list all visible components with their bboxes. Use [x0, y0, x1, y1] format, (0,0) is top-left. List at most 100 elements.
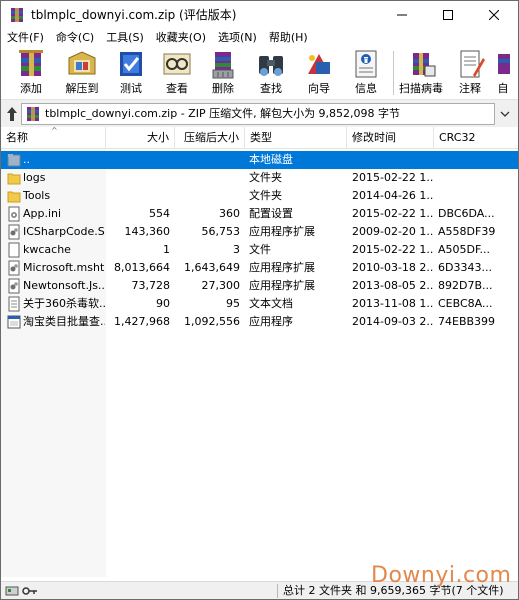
title-bar[interactable]: tblmplc_downyi.com.zip (评估版本) [1, 1, 518, 29]
maximize-icon [443, 10, 453, 20]
file-modified: 2014-04-26 1... [352, 189, 434, 202]
column-header-name-label: 名称 [6, 131, 28, 144]
file-modified: 2014-09-03 2... [352, 315, 434, 328]
file-packed: 1,643,649 [184, 261, 240, 274]
file-size: 90 [156, 297, 170, 310]
virus-scan-icon [413, 53, 436, 77]
file-row[interactable]: logs 文件夹 2015-02-22 1... [1, 169, 518, 187]
virus-scan-label: 扫描病毒 [399, 82, 443, 95]
window-title: tblmplc_downyi.com.zip (评估版本) [31, 8, 237, 22]
zip-archive-icon [27, 107, 39, 121]
exe-file-icon [7, 315, 21, 329]
info-icon [355, 50, 377, 78]
file-row[interactable]: App.ini 554 360 配置设置 2015-02-22 1... DBC6DA..… [1, 205, 518, 223]
up-folder-icon[interactable] [5, 105, 19, 123]
file-type: 应用程序扩展 [249, 225, 315, 238]
file-modified: 2010-03-18 2... [352, 261, 434, 274]
file-name: logs [23, 171, 46, 184]
file-row[interactable]: kwcache 1 3 文件 2015-02-22 1... A505DF... [1, 241, 518, 259]
file-size: 1,427,968 [114, 315, 170, 328]
toolbar-separator [393, 51, 394, 95]
file-row[interactable]: 关于360杀毒软... 90 95 文本文档 2013-11-08 1... CEBC8A… [1, 295, 518, 313]
sfx-button[interactable]: 自 [495, 47, 511, 99]
file-modified: 2013-11-08 1... [352, 297, 434, 310]
comment-label: 注释 [459, 82, 481, 95]
menu-file[interactable]: 文件(F) [1, 29, 50, 47]
winrar-window: tblmplc_downyi.com.zip (评估版本) 文件(F) 命令(C… [0, 0, 519, 600]
file-size: 554 [149, 207, 170, 220]
column-header-crc32[interactable]: CRC32 [434, 127, 518, 149]
comment-button[interactable]: 注释 [451, 47, 489, 99]
file-row[interactable]: 淘宝类目批量查... 1,427,968 1,092,556 应用程序 2014-09-… [1, 313, 518, 331]
find-icon [259, 56, 283, 76]
archive-path-field[interactable]: tblmplc_downyi.com.zip - ZIP 压缩文件, 解包大小为… [21, 103, 495, 125]
dll-file-icon [8, 278, 20, 294]
file-row[interactable]: ICSharpCode.S... 143,360 56,753 应用程序扩展 2009-… [1, 223, 518, 241]
test-button[interactable]: 测试 [111, 47, 151, 99]
file-packed [175, 151, 240, 169]
file-modified: 2015-02-22 1... [352, 171, 434, 184]
winrar-archive-icon [11, 8, 23, 22]
view-label: 查看 [166, 82, 188, 95]
column-header-row: ^ 名称 大小 压缩后大小 类型 修改时间 CRC32 [1, 127, 518, 149]
minimize-button[interactable] [379, 1, 425, 29]
test-icon [120, 52, 142, 76]
sfx-label: 自 [497, 82, 509, 95]
column-header-type[interactable]: 类型 [245, 127, 347, 149]
add-button[interactable]: 添加 [11, 47, 51, 99]
address-bar: tblmplc_downyi.com.zip - ZIP 压缩文件, 解包大小为… [1, 99, 518, 127]
file-packed: 95 [226, 297, 240, 310]
virus-scan-button[interactable]: 扫描病毒 [398, 47, 444, 99]
file-name: App.ini [23, 207, 62, 220]
view-icon [163, 53, 191, 75]
info-button[interactable]: 信息 [346, 47, 386, 99]
file-row[interactable]: Tools 文件夹 2014-04-26 1... [1, 187, 518, 205]
chevron-down-icon[interactable] [498, 108, 512, 120]
maximize-button[interactable] [425, 1, 471, 29]
text-file-icon [8, 296, 20, 312]
menu-tools[interactable]: 工具(S) [100, 29, 150, 47]
menu-bar: 文件(F) 命令(C) 工具(S) 收藏夹(O) 选项(N) 帮助(H) [1, 29, 518, 47]
menu-options[interactable]: 选项(N) [212, 29, 263, 47]
column-header-packed[interactable]: 压缩后大小 [175, 127, 245, 149]
file-packed: 360 [219, 207, 240, 220]
file-crc: CEBC8A... [438, 297, 493, 310]
file-crc: 6D3343... [438, 261, 492, 274]
file-crc: 74EBB399 [438, 315, 496, 328]
file-size: 1 [163, 243, 170, 256]
file-size: 143,360 [124, 225, 171, 238]
info-label: 信息 [355, 82, 377, 95]
column-header-name[interactable]: ^ 名称 [1, 127, 106, 149]
watermark-logo: Downyi.com [371, 563, 512, 588]
extract-to-button[interactable]: 解压到 [59, 47, 105, 99]
file-name: 关于360杀毒软... [23, 297, 105, 310]
column-header-size[interactable]: 大小 [106, 127, 175, 149]
extract-to-icon [68, 51, 96, 75]
file-size [106, 187, 170, 205]
file-crc [438, 151, 516, 169]
folder-icon [7, 173, 21, 185]
menu-favorites[interactable]: 收藏夹(O) [150, 29, 212, 47]
drive-and-key-icon [5, 586, 37, 596]
comment-icon [460, 50, 485, 78]
menu-commands[interactable]: 命令(C) [50, 29, 100, 47]
column-header-modified[interactable]: 修改时间 [347, 127, 434, 149]
parent-folder-icon [7, 154, 21, 167]
sfx-icon [498, 54, 510, 74]
file-icon [8, 242, 20, 258]
delete-button[interactable]: 删除 [203, 47, 243, 99]
file-row[interactable]: Newtonsoft.Js... 73,728 27,300 应用程序扩展 2013-0… [1, 277, 518, 295]
add-archive-icon [19, 50, 43, 76]
file-row[interactable]: .. 本地磁盘 [1, 151, 518, 169]
wizard-icon [308, 54, 330, 74]
wizard-button[interactable]: 向导 [299, 47, 339, 99]
menu-help[interactable]: 帮助(H) [263, 29, 314, 47]
file-modified: 2015-02-22 1... [352, 243, 434, 256]
close-button[interactable] [471, 1, 517, 29]
file-packed: 3 [233, 243, 240, 256]
file-list: ^ 名称 大小 压缩后大小 类型 修改时间 CRC32 .. 本地磁盘 logs 文件… [1, 127, 518, 577]
file-row[interactable]: Microsoft.msht... 8,013,664 1,643,649 应用程序扩… [1, 259, 518, 277]
view-button[interactable]: 查看 [157, 47, 197, 99]
archive-path-text: tblmplc_downyi.com.zip - ZIP 压缩文件, 解包大小为… [45, 107, 401, 120]
find-button[interactable]: 查找 [251, 47, 291, 99]
